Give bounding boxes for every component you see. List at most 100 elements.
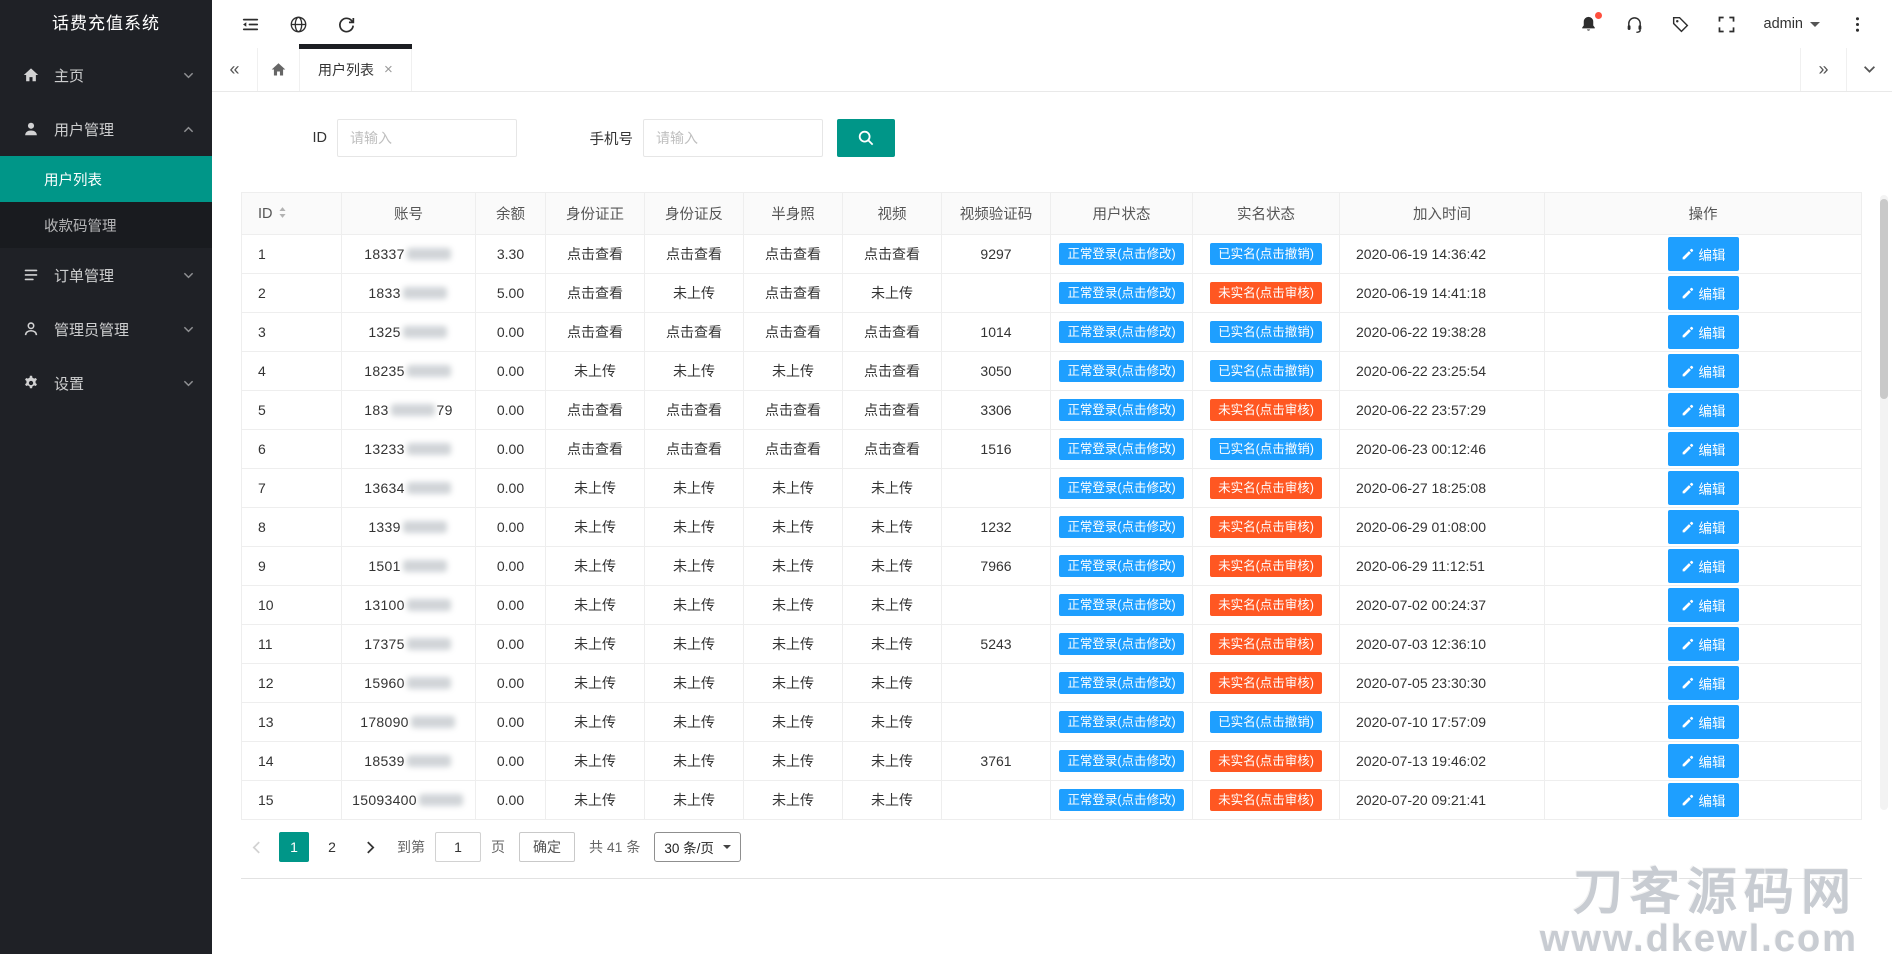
edit-button[interactable]: 编辑 xyxy=(1668,783,1739,817)
edit-button[interactable]: 编辑 xyxy=(1668,549,1739,583)
user-status-badge[interactable]: 正常登录(点击修改) xyxy=(1059,360,1183,383)
user-status-badge[interactable]: 正常登录(点击修改) xyxy=(1059,594,1183,617)
user-status-badge[interactable]: 正常登录(点击修改) xyxy=(1059,477,1183,500)
real-name-status-badge[interactable]: 未实名(点击审核) xyxy=(1210,789,1322,812)
user-status-badge[interactable]: 正常登录(点击修改) xyxy=(1059,672,1183,695)
vertical-scrollbar[interactable] xyxy=(1880,195,1888,810)
next-page-button[interactable] xyxy=(355,832,385,862)
view-link[interactable]: 点击查看 xyxy=(567,324,623,340)
user-status-badge[interactable]: 正常登录(点击修改) xyxy=(1059,516,1183,539)
real-name-status-badge[interactable]: 未实名(点击审核) xyxy=(1210,672,1322,695)
edit-button[interactable]: 编辑 xyxy=(1668,237,1739,271)
edit-button[interactable]: 编辑 xyxy=(1668,744,1739,778)
view-link[interactable]: 点击查看 xyxy=(864,324,920,340)
fullscreen-icon[interactable] xyxy=(1704,0,1750,48)
user-status-badge[interactable]: 正常登录(点击修改) xyxy=(1059,321,1183,344)
scrollbar-thumb[interactable] xyxy=(1880,199,1888,399)
edit-button[interactable]: 编辑 xyxy=(1668,432,1739,466)
view-link[interactable]: 点击查看 xyxy=(765,441,821,457)
confirm-page-button[interactable]: 确定 xyxy=(519,832,575,862)
search-button[interactable] xyxy=(837,119,895,157)
user-status-badge[interactable]: 正常登录(点击修改) xyxy=(1059,789,1183,812)
page-1-button[interactable]: 1 xyxy=(279,832,309,862)
edit-button[interactable]: 编辑 xyxy=(1668,588,1739,622)
view-link[interactable]: 点击查看 xyxy=(567,246,623,262)
real-name-status-badge[interactable]: 未实名(点击审核) xyxy=(1210,633,1322,656)
prev-page-button[interactable] xyxy=(241,832,271,862)
view-link[interactable]: 点击查看 xyxy=(666,441,722,457)
more-vertical-icon[interactable] xyxy=(1834,0,1880,48)
sidebar-item-payment-code-management[interactable]: 收款码管理 xyxy=(0,202,212,248)
notifications-button[interactable] xyxy=(1566,0,1612,48)
user-status-badge[interactable]: 正常登录(点击修改) xyxy=(1059,711,1183,734)
view-link[interactable]: 点击查看 xyxy=(765,402,821,418)
user-status-badge[interactable]: 正常登录(点击修改) xyxy=(1059,243,1183,266)
sidebar-item-order-management[interactable]: 订单管理 xyxy=(0,248,212,302)
tab-menu-chevron-icon[interactable] xyxy=(1846,48,1892,91)
refresh-icon[interactable] xyxy=(322,0,370,48)
sort-icon[interactable] xyxy=(278,206,287,219)
real-name-status-badge[interactable]: 已实名(点击撤销) xyxy=(1210,711,1322,734)
sidebar-item-user-list[interactable]: 用户列表 xyxy=(0,156,212,202)
real-name-status-badge[interactable]: 未实名(点击审核) xyxy=(1210,555,1322,578)
view-link[interactable]: 点击查看 xyxy=(666,402,722,418)
scroll-tabs-left-button[interactable]: « xyxy=(212,48,258,91)
user-status-badge[interactable]: 正常登录(点击修改) xyxy=(1059,438,1183,461)
globe-icon[interactable] xyxy=(274,0,322,48)
real-name-status-badge[interactable]: 未实名(点击审核) xyxy=(1210,750,1322,773)
real-name-status-badge[interactable]: 未实名(点击审核) xyxy=(1210,477,1322,500)
real-name-status-badge[interactable]: 未实名(点击审核) xyxy=(1210,516,1322,539)
id-search-input[interactable] xyxy=(337,119,517,157)
edit-button[interactable]: 编辑 xyxy=(1668,315,1739,349)
edit-button[interactable]: 编辑 xyxy=(1668,627,1739,661)
view-link[interactable]: 点击查看 xyxy=(567,441,623,457)
real-name-status-badge[interactable]: 已实名(点击撤销) xyxy=(1210,438,1322,461)
view-link[interactable]: 点击查看 xyxy=(765,246,821,262)
view-link[interactable]: 点击查看 xyxy=(864,363,920,379)
view-link[interactable]: 点击查看 xyxy=(567,285,623,301)
view-link[interactable]: 点击查看 xyxy=(864,441,920,457)
phone-search-input[interactable] xyxy=(643,119,823,157)
user-status-badge[interactable]: 正常登录(点击修改) xyxy=(1059,633,1183,656)
real-name-status-badge[interactable]: 未实名(点击审核) xyxy=(1210,594,1322,617)
edit-button[interactable]: 编辑 xyxy=(1668,393,1739,427)
edit-button[interactable]: 编辑 xyxy=(1668,276,1739,310)
edit-button[interactable]: 编辑 xyxy=(1668,510,1739,544)
headset-icon[interactable] xyxy=(1612,0,1658,48)
edit-button[interactable]: 编辑 xyxy=(1668,354,1739,388)
home-tab[interactable] xyxy=(258,48,300,91)
real-name-status-badge[interactable]: 已实名(点击撤销) xyxy=(1210,360,1322,383)
sidebar-item-admin-management[interactable]: 管理员管理 xyxy=(0,302,212,356)
view-link[interactable]: 点击查看 xyxy=(765,324,821,340)
user-status-badge[interactable]: 正常登录(点击修改) xyxy=(1059,399,1183,422)
collapse-sidebar-icon[interactable] xyxy=(226,0,274,48)
view-link[interactable]: 点击查看 xyxy=(666,324,722,340)
sidebar-item-settings[interactable]: 设置 xyxy=(0,356,212,410)
real-name-status-badge[interactable]: 已实名(点击撤销) xyxy=(1210,243,1322,266)
sidebar-item-home[interactable]: 主页 xyxy=(0,48,212,102)
edit-button[interactable]: 编辑 xyxy=(1668,705,1739,739)
edit-button[interactable]: 编辑 xyxy=(1668,471,1739,505)
real-name-status-badge[interactable]: 未实名(点击审核) xyxy=(1210,282,1322,305)
user-status-badge[interactable]: 正常登录(点击修改) xyxy=(1059,750,1183,773)
column-header-1[interactable]: ID xyxy=(242,193,342,235)
view-link[interactable]: 点击查看 xyxy=(864,402,920,418)
user-status-badge[interactable]: 正常登录(点击修改) xyxy=(1059,282,1183,305)
sidebar-item-user-management[interactable]: 用户管理 xyxy=(0,102,212,156)
real-name-status-badge[interactable]: 未实名(点击审核) xyxy=(1210,399,1322,422)
tag-icon[interactable] xyxy=(1658,0,1704,48)
user-menu[interactable]: admin xyxy=(1750,16,1835,32)
edit-button[interactable]: 编辑 xyxy=(1668,666,1739,700)
goto-page-input[interactable] xyxy=(435,832,481,862)
view-link[interactable]: 点击查看 xyxy=(666,246,722,262)
scroll-tabs-right-button[interactable]: » xyxy=(1800,48,1846,91)
view-link[interactable]: 点击查看 xyxy=(864,246,920,262)
close-tab-icon[interactable]: × xyxy=(384,61,393,78)
user-status-badge[interactable]: 正常登录(点击修改) xyxy=(1059,555,1183,578)
page-size-select[interactable]: 30 条/页 xyxy=(654,832,741,862)
view-link[interactable]: 点击查看 xyxy=(765,285,821,301)
real-name-status-badge[interactable]: 已实名(点击撤销) xyxy=(1210,321,1322,344)
tab-user-list[interactable]: 用户列表 × xyxy=(300,48,412,91)
view-link[interactable]: 点击查看 xyxy=(567,402,623,418)
page-2-button[interactable]: 2 xyxy=(317,832,347,862)
